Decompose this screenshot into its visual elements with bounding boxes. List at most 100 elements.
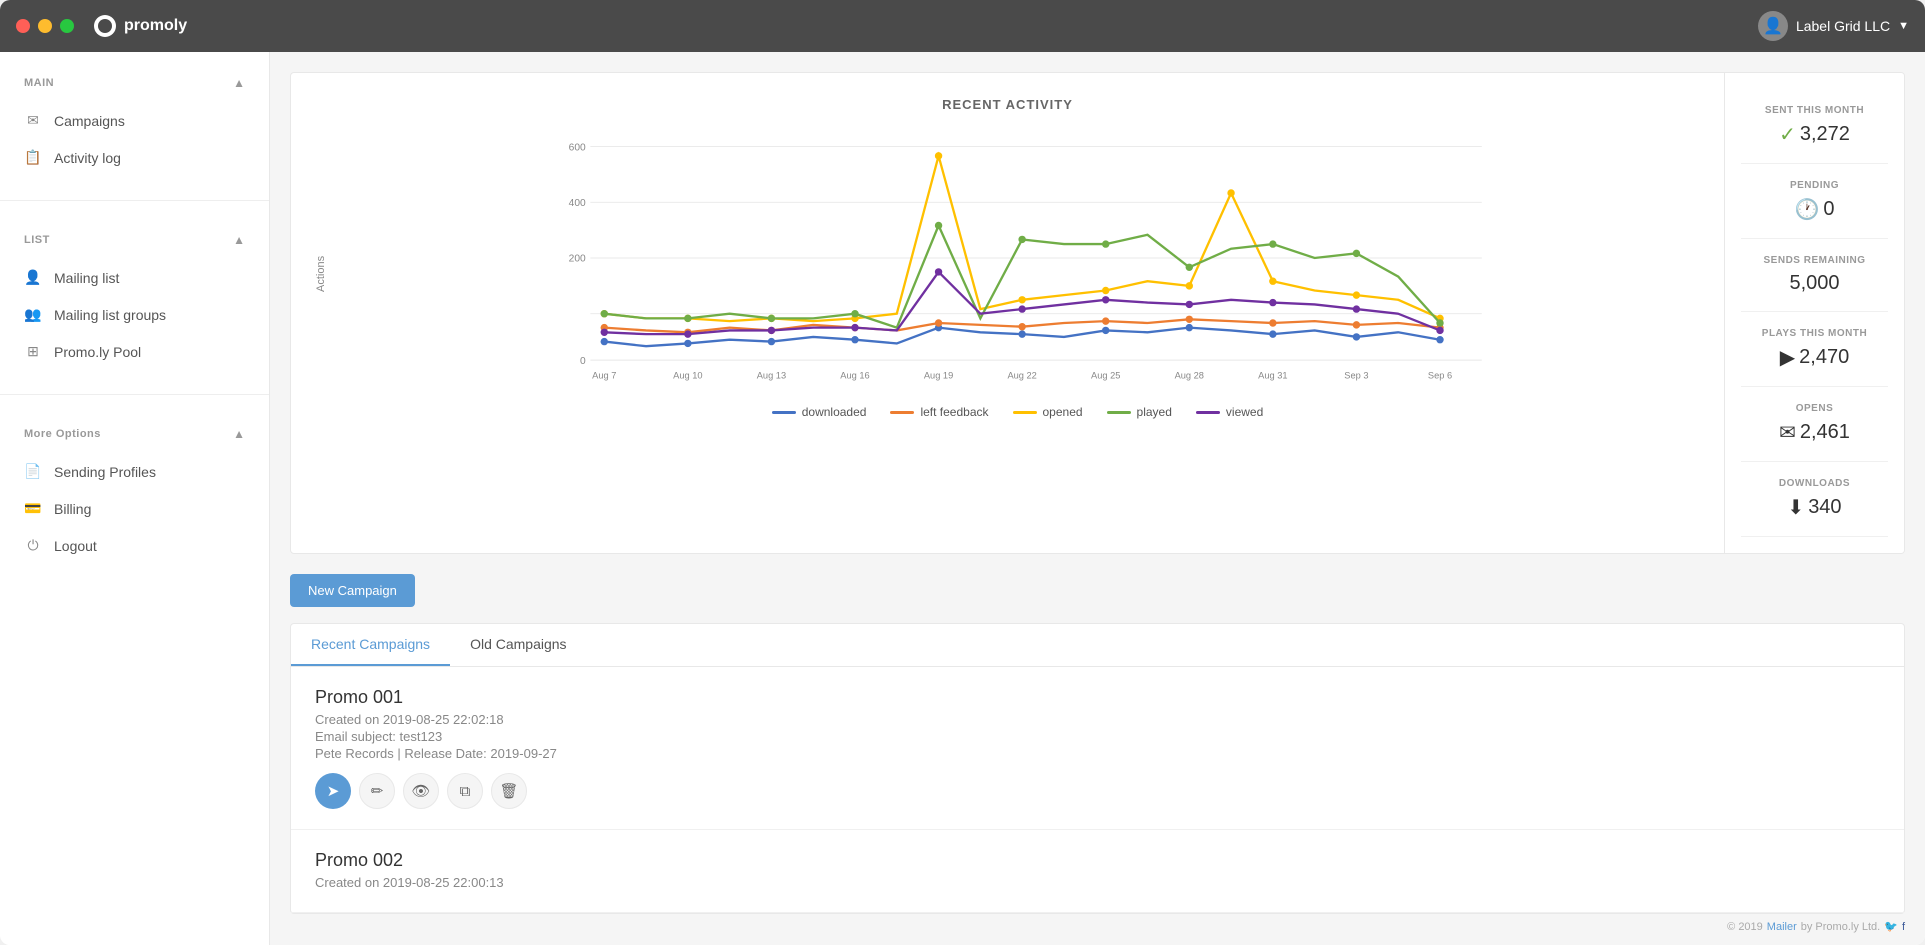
- footer-copy: © 2019: [1727, 921, 1763, 933]
- user-name: Label Grid LLC: [1796, 18, 1890, 34]
- campaign-1-subject: Email subject: test123: [315, 729, 1880, 744]
- chart-y-label: Actions: [315, 128, 327, 419]
- trash-icon: 🗑: [499, 782, 518, 800]
- stat-sends-remaining-label: SENDS REMAINING: [1749, 255, 1880, 266]
- sidebar-item-logout[interactable]: ⏻ Logout: [0, 527, 269, 564]
- download-icon: ⬇: [1787, 495, 1804, 520]
- chart-legend: downloaded left feedback opened: [335, 405, 1700, 419]
- users-icon: 👥: [24, 306, 42, 323]
- chevron-up-icon-2: ▲: [233, 233, 245, 247]
- sidebar-item-billing[interactable]: 💳 Billing: [0, 490, 269, 527]
- sidebar-more-label: More Options: [24, 428, 101, 440]
- close-button[interactable]: [16, 19, 30, 33]
- sidebar-sending-profiles-label: Sending Profiles: [54, 464, 156, 480]
- footer-mailer: Mailer: [1767, 921, 1797, 933]
- chart-svg: 600 400 200 0 Aug 7 Aug 10 Aug 13 Aug 16…: [335, 128, 1700, 388]
- chevron-up-icon-3: ▲: [233, 427, 245, 441]
- copy-button-1[interactable]: ⧉: [447, 773, 483, 809]
- stat-plays: PLAYS THIS MONTH ▶ 2,470: [1741, 312, 1888, 387]
- envelope-icon: ✉: [1779, 420, 1796, 445]
- play-icon: ▶: [1780, 345, 1795, 370]
- sidebar-item-activity-log[interactable]: 📋 Activity log: [0, 139, 269, 176]
- sidebar-item-mailing-list[interactable]: 👤 Mailing list: [0, 259, 269, 296]
- sidebar-item-promoly-pool[interactable]: ⊞ Promo.ly Pool: [0, 333, 269, 370]
- send-button-1[interactable]: ➤: [315, 773, 351, 809]
- svg-text:Aug 22: Aug 22: [1007, 371, 1036, 381]
- campaign-1-created: Created on 2019-08-25 22:02:18: [315, 712, 1880, 727]
- sidebar-divider-1: [0, 200, 269, 201]
- sidebar-list-label: LIST: [24, 234, 50, 246]
- stat-sent: SENT THIS MONTH ✓ 3,272: [1741, 89, 1888, 164]
- copy-icon: ⧉: [460, 783, 471, 800]
- sidebar-item-campaigns[interactable]: ✉ Campaigns: [0, 102, 269, 139]
- header-user[interactable]: 👤 Label Grid LLC ▼: [1758, 11, 1909, 41]
- stat-opens: OPENS ✉ 2,461: [1741, 387, 1888, 462]
- svg-text:200: 200: [569, 254, 586, 265]
- svg-text:Aug 16: Aug 16: [840, 371, 869, 381]
- tab-old-campaigns[interactable]: Old Campaigns: [450, 624, 587, 666]
- svg-text:Sep 6: Sep 6: [1428, 371, 1452, 381]
- legend-label-viewed: viewed: [1226, 405, 1263, 419]
- stat-pending-value: 🕐 0: [1749, 197, 1880, 222]
- sidebar-campaigns-label: Campaigns: [54, 113, 125, 129]
- legend-viewed: viewed: [1196, 405, 1263, 419]
- legend-color-viewed: [1196, 411, 1220, 414]
- sidebar-list-header: LIST ▲: [0, 225, 269, 255]
- campaign-2-created: Created on 2019-08-25 22:00:13: [315, 875, 1880, 890]
- minimize-button[interactable]: [38, 19, 52, 33]
- twitter-icon[interactable]: 🐦: [1884, 920, 1898, 933]
- stat-sent-label: SENT THIS MONTH: [1749, 105, 1880, 116]
- footer: © 2019 Mailer by Promo.ly Ltd. 🐦 f: [1727, 920, 1905, 933]
- svg-text:Aug 28: Aug 28: [1175, 371, 1204, 381]
- logo-icon: [94, 15, 116, 37]
- edit-button-1[interactable]: ✏: [359, 773, 395, 809]
- svg-text:Aug 25: Aug 25: [1091, 371, 1120, 381]
- campaign-1-actions: ➤ ✏ 👁 ⧉ 🗑: [315, 773, 1880, 809]
- svg-text:Aug 31: Aug 31: [1258, 371, 1287, 381]
- edit-icon: ✏: [371, 782, 384, 800]
- legend-opened: opened: [1013, 405, 1083, 419]
- campaigns-section: Recent Campaigns Old Campaigns Promo 001…: [290, 623, 1905, 914]
- user-icon: 👤: [24, 269, 42, 286]
- legend-color-opened: [1013, 411, 1037, 414]
- chart-container: Actions 600 400: [315, 128, 1700, 419]
- app-name: promoly: [124, 17, 187, 35]
- mail-icon: ✉: [24, 112, 42, 129]
- user-dropdown-icon: ▼: [1898, 20, 1909, 32]
- stat-downloads: DOWNLOADS ⬇ 340: [1741, 462, 1888, 537]
- chart-card: RECENT ACTIVITY Actions: [291, 73, 1724, 553]
- view-button-1[interactable]: 👁: [403, 773, 439, 809]
- new-campaign-button[interactable]: New Campaign: [290, 574, 415, 607]
- delete-button-1[interactable]: 🗑: [491, 773, 527, 809]
- legend-left-feedback: left feedback: [890, 405, 988, 419]
- sidebar-main-label: MAIN: [24, 77, 54, 89]
- sending-icon: 📄: [24, 463, 42, 480]
- stat-opens-value: ✉ 2,461: [1749, 420, 1880, 445]
- stat-plays-label: PLAYS THIS MONTH: [1749, 328, 1880, 339]
- maximize-button[interactable]: [60, 19, 74, 33]
- campaign-card-2: Promo 002 Created on 2019-08-25 22:00:13: [291, 830, 1904, 913]
- checkmark-icon: ✓: [1779, 122, 1796, 147]
- campaign-1-release: Pete Records | Release Date: 2019-09-27: [315, 746, 1880, 761]
- chevron-up-icon: ▲: [233, 76, 245, 90]
- sidebar-item-mailing-groups[interactable]: 👥 Mailing list groups: [0, 296, 269, 333]
- legend-label-opened: opened: [1043, 405, 1083, 419]
- sidebar-billing-label: Billing: [54, 501, 91, 517]
- chart-svg-area: 600 400 200 0 Aug 7 Aug 10 Aug 13 Aug 16…: [335, 128, 1700, 419]
- facebook-icon[interactable]: f: [1902, 921, 1905, 933]
- sidebar-main-header: MAIN ▲: [0, 68, 269, 98]
- logo: promoly: [94, 15, 187, 37]
- titlebar: promoly 👤 Label Grid LLC ▼: [0, 0, 1925, 52]
- stat-downloads-value: ⬇ 340: [1749, 495, 1880, 520]
- sidebar-item-sending-profiles[interactable]: 📄 Sending Profiles: [0, 453, 269, 490]
- pool-icon: ⊞: [24, 343, 42, 360]
- legend-played: played: [1107, 405, 1172, 419]
- sidebar: MAIN ▲ ✉ Campaigns 📋 Activity log LIST ▲: [0, 52, 270, 945]
- svg-text:0: 0: [580, 356, 586, 367]
- send-icon: ➤: [327, 782, 340, 800]
- svg-text:Aug 7: Aug 7: [592, 371, 616, 381]
- svg-text:400: 400: [569, 198, 586, 209]
- tab-recent-campaigns[interactable]: Recent Campaigns: [291, 624, 450, 666]
- legend-label-downloaded: downloaded: [802, 405, 867, 419]
- legend-color-left-feedback: [890, 411, 914, 414]
